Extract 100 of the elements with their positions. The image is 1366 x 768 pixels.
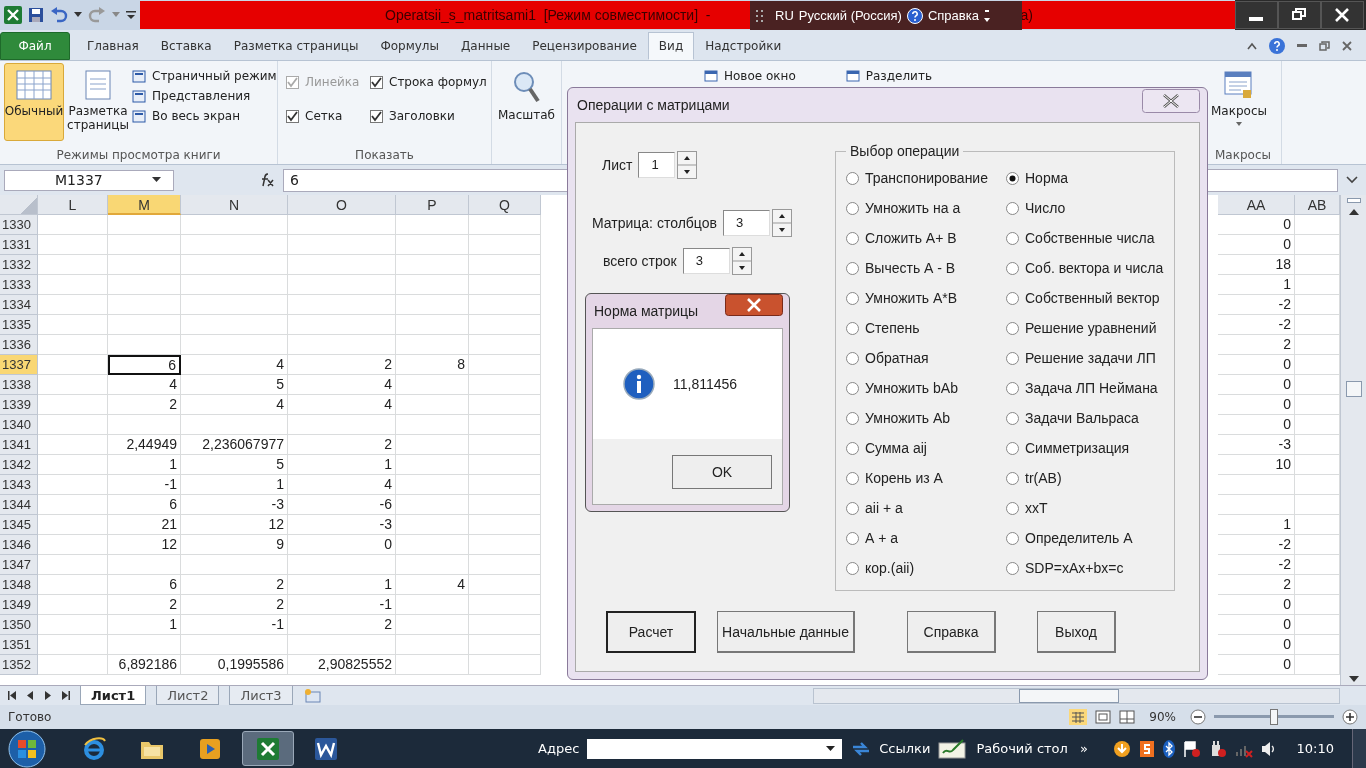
- row-header[interactable]: 1342: [0, 455, 38, 475]
- restore-icon[interactable]: [1278, 1, 1321, 29]
- sheet-field[interactable]: 1: [638, 152, 676, 178]
- view-mode-button[interactable]: Обычный: [4, 63, 64, 141]
- zoom-button[interactable]: Масштаб: [496, 63, 557, 141]
- radio-label[interactable]: Обратная: [865, 350, 929, 366]
- radio-label[interactable]: Определитель А: [1025, 530, 1133, 546]
- volume-icon[interactable]: [1260, 740, 1277, 757]
- radio-button[interactable]: [1006, 291, 1019, 305]
- window-icon[interactable]: [132, 69, 146, 83]
- radio-button[interactable]: [846, 471, 859, 485]
- options-icon[interactable]: [983, 8, 990, 23]
- row-header[interactable]: 1345: [0, 515, 38, 535]
- radio-label[interactable]: Собственные числа: [1025, 230, 1155, 246]
- radio-label[interactable]: кор.(aii): [865, 560, 915, 576]
- row-header[interactable]: 1351: [0, 635, 38, 655]
- last-sheet-icon[interactable]: [61, 691, 70, 700]
- column-header[interactable]: P: [396, 195, 469, 215]
- radio-label[interactable]: Решение задачи ЛП: [1025, 350, 1156, 366]
- radio-label[interactable]: xxT: [1025, 500, 1048, 516]
- address-field[interactable]: [587, 738, 843, 759]
- radio-button[interactable]: [1006, 321, 1019, 335]
- desktop-label[interactable]: Рабочий стол: [976, 741, 1068, 756]
- radio-label[interactable]: Норма: [1025, 170, 1069, 186]
- collapse-ribbon-icon[interactable]: [1247, 42, 1257, 50]
- clock[interactable]: 10:10: [1296, 741, 1334, 756]
- radio-label[interactable]: Транспонирование: [865, 170, 988, 186]
- radio-button[interactable]: [846, 531, 859, 545]
- ribbon-tab[interactable]: Надстройки: [694, 32, 793, 60]
- scroll-up-icon[interactable]: [1348, 209, 1359, 215]
- radio-label[interactable]: Задачи Вальраса: [1025, 410, 1139, 426]
- browser-icon[interactable]: [82, 736, 106, 761]
- more-toolbars[interactable]: »: [1079, 741, 1088, 756]
- bluetooth-icon[interactable]: [1162, 739, 1175, 758]
- radio-label[interactable]: Степень: [865, 320, 920, 336]
- scroll-thumb[interactable]: [1018, 688, 1119, 703]
- radio-button[interactable]: [1006, 201, 1019, 215]
- radio-label[interactable]: Сложить А+ В: [865, 230, 957, 246]
- vertical-scrollbar[interactable]: [1340, 195, 1366, 685]
- radio-label[interactable]: tr(AB): [1025, 470, 1062, 486]
- ribbon-tab[interactable]: Разметка страницы: [222, 32, 370, 60]
- radio-label[interactable]: Число: [1025, 200, 1066, 216]
- row-header[interactable]: 1346: [0, 535, 38, 555]
- column-header[interactable]: N: [181, 195, 288, 215]
- row-header[interactable]: 1331: [0, 235, 38, 255]
- flag-icon[interactable]: [1182, 739, 1201, 758]
- radio-label[interactable]: SDP=xAx+bx=c: [1025, 560, 1124, 576]
- row-header[interactable]: 1334: [0, 295, 38, 315]
- undo-icon[interactable]: [50, 7, 68, 23]
- view-option[interactable]: Страничный режим: [152, 69, 277, 83]
- row-header[interactable]: 1330: [0, 215, 38, 235]
- row-header[interactable]: 1352: [0, 655, 38, 675]
- ribbon-tab[interactable]: Рецензирование: [521, 32, 648, 60]
- page-break-icon[interactable]: [1119, 710, 1136, 724]
- radio-button[interactable]: [1006, 561, 1019, 575]
- help-icon[interactable]: [906, 7, 923, 24]
- document-app-icon[interactable]: [314, 736, 338, 761]
- slider-thumb[interactable]: [1270, 709, 1278, 725]
- ribbon-tab[interactable]: Вид: [647, 32, 695, 60]
- radio-button[interactable]: [1006, 261, 1019, 275]
- radio-button[interactable]: [846, 411, 859, 425]
- page-layout-icon[interactable]: [1095, 710, 1112, 724]
- row-header[interactable]: 1348: [0, 575, 38, 595]
- column-header[interactable]: L: [38, 195, 108, 215]
- radio-button[interactable]: [1006, 171, 1019, 185]
- spin-arrows-icon[interactable]: [771, 209, 792, 237]
- radio-label[interactable]: Симметризация: [1025, 440, 1130, 456]
- next-sheet-icon[interactable]: [44, 691, 51, 700]
- checkbox[interactable]: [286, 109, 299, 123]
- sheet-tab[interactable]: Лист2: [156, 686, 220, 705]
- caret-icon[interactable]: [826, 745, 836, 752]
- radio-label[interactable]: Решение уравнений: [1025, 320, 1157, 336]
- dialog-button[interactable]: Расчет: [606, 611, 696, 653]
- scroll-thumb[interactable]: [1345, 381, 1362, 397]
- window-icon[interactable]: [132, 89, 146, 103]
- radio-button[interactable]: [1006, 501, 1019, 515]
- play-icon[interactable]: [199, 737, 221, 760]
- file-tab[interactable]: Файл: [0, 32, 70, 60]
- caret-icon[interactable]: [152, 177, 161, 183]
- row-header[interactable]: 1350: [0, 615, 38, 635]
- row-header[interactable]: 1340: [0, 415, 38, 435]
- normal-view-icon[interactable]: [1069, 709, 1088, 725]
- row-header[interactable]: 1341: [0, 435, 38, 455]
- window-icon[interactable]: [845, 70, 860, 82]
- checkbox-label[interactable]: Сетка: [305, 109, 343, 123]
- spreadsheet-app-icon[interactable]: [256, 736, 280, 761]
- start-button[interactable]: [8, 729, 46, 768]
- sheet-tab[interactable]: Лист3: [229, 686, 293, 705]
- spin-arrows-icon[interactable]: [731, 247, 752, 275]
- rows-field[interactable]: 3: [682, 248, 730, 274]
- radio-button[interactable]: [846, 441, 859, 455]
- language-name[interactable]: Русский (Россия): [798, 8, 902, 23]
- radio-button[interactable]: [846, 351, 859, 365]
- ribbon-tab[interactable]: Главная: [76, 32, 150, 60]
- grip-icon[interactable]: [756, 8, 764, 23]
- radio-label[interactable]: Умножить Ab: [865, 410, 951, 426]
- row-header[interactable]: 1335: [0, 315, 38, 335]
- function-icon[interactable]: [259, 173, 275, 187]
- minimize-icon[interactable]: [1235, 1, 1278, 29]
- ribbon-tab[interactable]: Данные: [449, 32, 522, 60]
